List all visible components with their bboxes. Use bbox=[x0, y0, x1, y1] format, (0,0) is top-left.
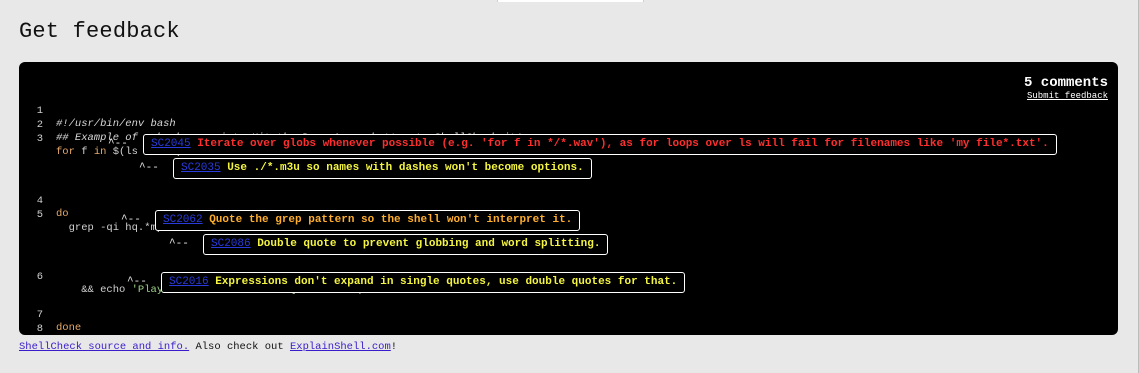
keyword: done bbox=[56, 322, 82, 334]
caret-marker: ^-- bbox=[108, 138, 135, 150]
code-fragment: && echo bbox=[56, 284, 132, 296]
lint-code-link[interactable]: SC2045 bbox=[151, 138, 191, 150]
footer-text-end: ! bbox=[390, 341, 398, 353]
footer-text: Also check out bbox=[189, 341, 290, 353]
lint-message: Use ./*.m3u so names with dashes won't b… bbox=[220, 162, 584, 174]
lint-message: Quote the grep pattern so the shell won'… bbox=[202, 214, 573, 226]
lint-message: Iterate over globs whenever possible (e.… bbox=[190, 138, 1049, 150]
caret-marker: ^-- bbox=[127, 276, 154, 288]
code-text: #!/usr/bin/env bash bbox=[56, 118, 176, 130]
code-line: 2 ## Example of a broken script. Hit the… bbox=[19, 106, 523, 144]
keyword: for bbox=[56, 146, 75, 158]
shellcheck-source-link[interactable]: ShellCheck source and info. bbox=[19, 341, 189, 353]
lint-code-link[interactable]: SC2086 bbox=[211, 238, 251, 250]
code-line: 7 done bbox=[19, 296, 82, 334]
code-line: 4 do bbox=[19, 182, 69, 220]
lint-message: Expressions don't expand in single quote… bbox=[208, 276, 678, 288]
keyword: in bbox=[93, 146, 107, 158]
caret-marker: ^-- bbox=[121, 214, 148, 226]
lint-note: SC2035 Use ./*.m3u so names with dashes … bbox=[173, 158, 592, 179]
explainshell-link[interactable]: ExplainShell.com bbox=[290, 341, 391, 353]
top-tab bbox=[497, 0, 644, 2]
line-number: 8 bbox=[36, 323, 43, 335]
caret-marker: ^-- bbox=[169, 238, 196, 250]
page-title: Get feedback bbox=[19, 19, 180, 44]
code-line: 5 grep -qi hq.*mp3 $f \ bbox=[19, 196, 201, 234]
code-line: 6 && echo 'Playlist $f contains a HQ fil… bbox=[19, 258, 422, 296]
lint-note: SC2062 Quote the grep pattern so the she… bbox=[155, 210, 581, 231]
lint-code-link[interactable]: SC2035 bbox=[181, 162, 221, 174]
code-line: 3 for f in $(ls *.m3u) bbox=[19, 120, 182, 158]
code-line: 8 bbox=[19, 310, 44, 335]
footer: ShellCheck source and info. Also check o… bbox=[19, 341, 397, 353]
code-fragment: f bbox=[74, 146, 94, 158]
code-line: 1 #!/usr/bin/env bash bbox=[19, 92, 176, 130]
lint-note: SC2016 Expressions don't expand in singl… bbox=[161, 272, 686, 293]
lint-note: SC2045 Iterate over globs whenever possi… bbox=[143, 134, 1057, 155]
lint-message: Double quote to prevent globbing and wor… bbox=[250, 238, 601, 250]
line-number: 3 bbox=[36, 133, 43, 145]
lint-note: SC2086 Double quote to prevent globbing … bbox=[203, 234, 609, 255]
lint-code-link[interactable]: SC2016 bbox=[169, 276, 209, 288]
line-number: 6 bbox=[36, 271, 43, 283]
caret-marker: ^-- bbox=[139, 162, 166, 174]
comments-count: 5 comments bbox=[1023, 75, 1108, 91]
feedback-panel: 5 comments Submit feedback 1 #!/usr/bin/… bbox=[19, 62, 1118, 335]
keyword: do bbox=[56, 208, 69, 220]
submit-feedback-link[interactable]: Submit feedback bbox=[1027, 91, 1108, 101]
line-number: 5 bbox=[36, 209, 43, 221]
lint-code-link[interactable]: SC2062 bbox=[163, 214, 203, 226]
